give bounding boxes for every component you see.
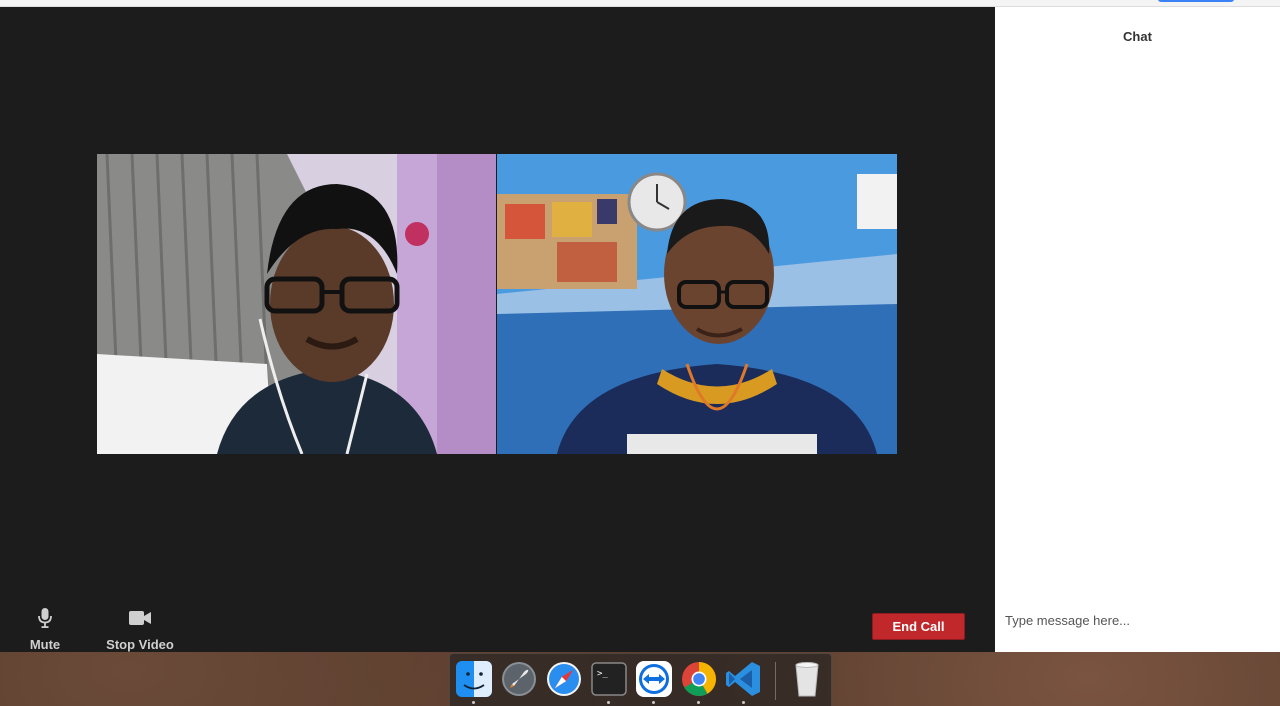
trash-icon[interactable] xyxy=(788,660,826,698)
teamviewer-icon[interactable] xyxy=(635,660,673,698)
stop-video-button[interactable]: Stop Video xyxy=(105,607,175,652)
chat-panel: Chat xyxy=(995,7,1280,652)
microphone-icon xyxy=(38,607,52,629)
mute-label: Mute xyxy=(29,637,61,652)
finder-running-dot xyxy=(472,701,475,704)
terminal-running-dot xyxy=(607,701,610,704)
chrome-icon[interactable] xyxy=(680,660,718,698)
vscode-running-dot xyxy=(742,701,745,704)
top-button-edge xyxy=(1158,0,1234,2)
finder-icon[interactable] xyxy=(455,660,493,698)
svg-text:>_: >_ xyxy=(597,669,608,679)
launchpad-icon[interactable] xyxy=(500,660,538,698)
participant-2-frame xyxy=(497,154,897,454)
stop-video-label: Stop Video xyxy=(106,637,174,652)
teamviewer-running-dot xyxy=(652,701,655,704)
video-camera-icon xyxy=(129,607,151,629)
macos-dock: >_ xyxy=(449,653,832,706)
participant-video-1 xyxy=(97,154,496,454)
browser-top-strip xyxy=(0,0,1280,7)
end-call-button[interactable]: End Call xyxy=(872,613,965,640)
chat-title: Chat xyxy=(1123,29,1152,44)
participant-1-frame xyxy=(97,154,496,454)
safari-icon[interactable] xyxy=(545,660,583,698)
chrome-running-dot xyxy=(697,701,700,704)
participant-video-2 xyxy=(497,154,897,454)
mute-button[interactable]: Mute xyxy=(30,607,60,652)
vscode-icon[interactable] xyxy=(725,660,763,698)
chat-message-input[interactable] xyxy=(1005,607,1270,633)
video-call-area: Mute Stop Video End Call xyxy=(0,7,995,652)
dock-separator xyxy=(775,662,776,700)
terminal-icon[interactable]: >_ xyxy=(590,660,628,698)
